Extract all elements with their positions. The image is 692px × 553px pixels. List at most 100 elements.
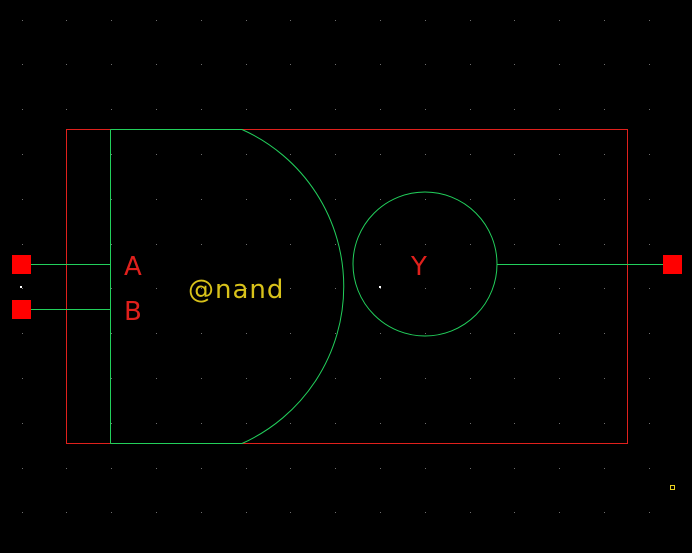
grid-dot — [22, 512, 23, 513]
grid-dot — [559, 378, 560, 379]
pin-y-label: Y — [410, 252, 427, 282]
grid-dot — [425, 333, 426, 334]
grid-dot — [246, 154, 247, 155]
grid-dot — [514, 378, 515, 379]
grid-dot — [201, 199, 202, 200]
grid-dot — [470, 423, 471, 424]
pin-b-square[interactable] — [12, 300, 31, 319]
grid-dot — [425, 288, 426, 289]
grid-dot — [22, 378, 23, 379]
grid-dot — [22, 199, 23, 200]
grid-dot — [22, 154, 23, 155]
grid-dot — [111, 109, 112, 110]
pin-y-square[interactable] — [663, 255, 682, 274]
grid-dot — [470, 20, 471, 21]
schematic-symbol-canvas[interactable]: A B Y @nand — [0, 0, 692, 553]
grid-dot — [470, 154, 471, 155]
grid-dot — [246, 423, 247, 424]
pin-a-label: A — [124, 252, 142, 282]
grid-dot — [156, 154, 157, 155]
grid-dot — [470, 512, 471, 513]
grid-dot — [425, 199, 426, 200]
grid-dot — [649, 109, 650, 110]
grid-dot — [22, 333, 23, 334]
grid-dot — [22, 468, 23, 469]
grid-dot — [290, 64, 291, 65]
grid-dot — [201, 423, 202, 424]
grid-dot — [111, 199, 112, 200]
grid-dot — [514, 333, 515, 334]
grid-dot — [470, 468, 471, 469]
grid-dot — [246, 244, 247, 245]
grid-dot — [335, 199, 336, 200]
grid-dot — [425, 20, 426, 21]
grid-dot — [425, 423, 426, 424]
grid-dot — [156, 244, 157, 245]
grid-dot — [246, 468, 247, 469]
grid-dot — [66, 64, 67, 65]
grid-dot — [201, 244, 202, 245]
symbol-bounding-box[interactable] — [66, 129, 628, 444]
grid-dot — [380, 512, 381, 513]
grid-dot — [425, 244, 426, 245]
grid-dot — [335, 333, 336, 334]
grid-dot — [470, 244, 471, 245]
grid-dot — [604, 64, 605, 65]
grid-dot — [380, 64, 381, 65]
grid-dot — [111, 154, 112, 155]
grid-dot — [335, 512, 336, 513]
grid-dot — [335, 468, 336, 469]
grid-dot — [514, 512, 515, 513]
grid-dot — [470, 378, 471, 379]
grid-dot — [604, 468, 605, 469]
grid-dot — [246, 378, 247, 379]
grid-dot — [66, 109, 67, 110]
grid-dot — [514, 423, 515, 424]
pin-a-square[interactable] — [12, 255, 31, 274]
grid-dot — [201, 109, 202, 110]
grid-dot — [246, 20, 247, 21]
grid-dot — [156, 468, 157, 469]
grid-dot — [380, 244, 381, 245]
grid-dot — [425, 378, 426, 379]
grid-dot — [156, 378, 157, 379]
grid-dot — [156, 333, 157, 334]
grid-dot — [649, 288, 650, 289]
grid-dot — [559, 468, 560, 469]
grid-dot — [380, 154, 381, 155]
grid-dot — [380, 20, 381, 21]
grid-dot — [201, 512, 202, 513]
grid-dot — [66, 512, 67, 513]
grid-dot — [470, 199, 471, 200]
grid-dot — [514, 20, 515, 21]
grid-dot — [156, 512, 157, 513]
grid-dot — [290, 244, 291, 245]
grid-dot — [604, 512, 605, 513]
grid-dot — [290, 423, 291, 424]
grid-dot — [604, 333, 605, 334]
grid-dot — [559, 423, 560, 424]
grid-dot — [380, 288, 381, 289]
grid-dot — [425, 512, 426, 513]
grid-dot — [156, 20, 157, 21]
grid-dot — [246, 512, 247, 513]
grid-dot — [22, 244, 23, 245]
grid-dot — [514, 109, 515, 110]
grid-dot — [22, 109, 23, 110]
grid-dot — [111, 244, 112, 245]
instance-name-label[interactable]: @nand — [188, 275, 284, 305]
grid-dot — [335, 423, 336, 424]
grid-dot — [290, 468, 291, 469]
grid-dot — [604, 244, 605, 245]
grid-dot — [604, 20, 605, 21]
grid-dot — [22, 423, 23, 424]
grid-dot — [335, 154, 336, 155]
grid-dot — [380, 199, 381, 200]
grid-dot — [290, 288, 291, 289]
grid-dot — [111, 20, 112, 21]
grid-dot — [335, 288, 336, 289]
grid-dot — [290, 20, 291, 21]
grid-dot — [559, 333, 560, 334]
grid-dot — [559, 109, 560, 110]
grid-dot — [380, 109, 381, 110]
